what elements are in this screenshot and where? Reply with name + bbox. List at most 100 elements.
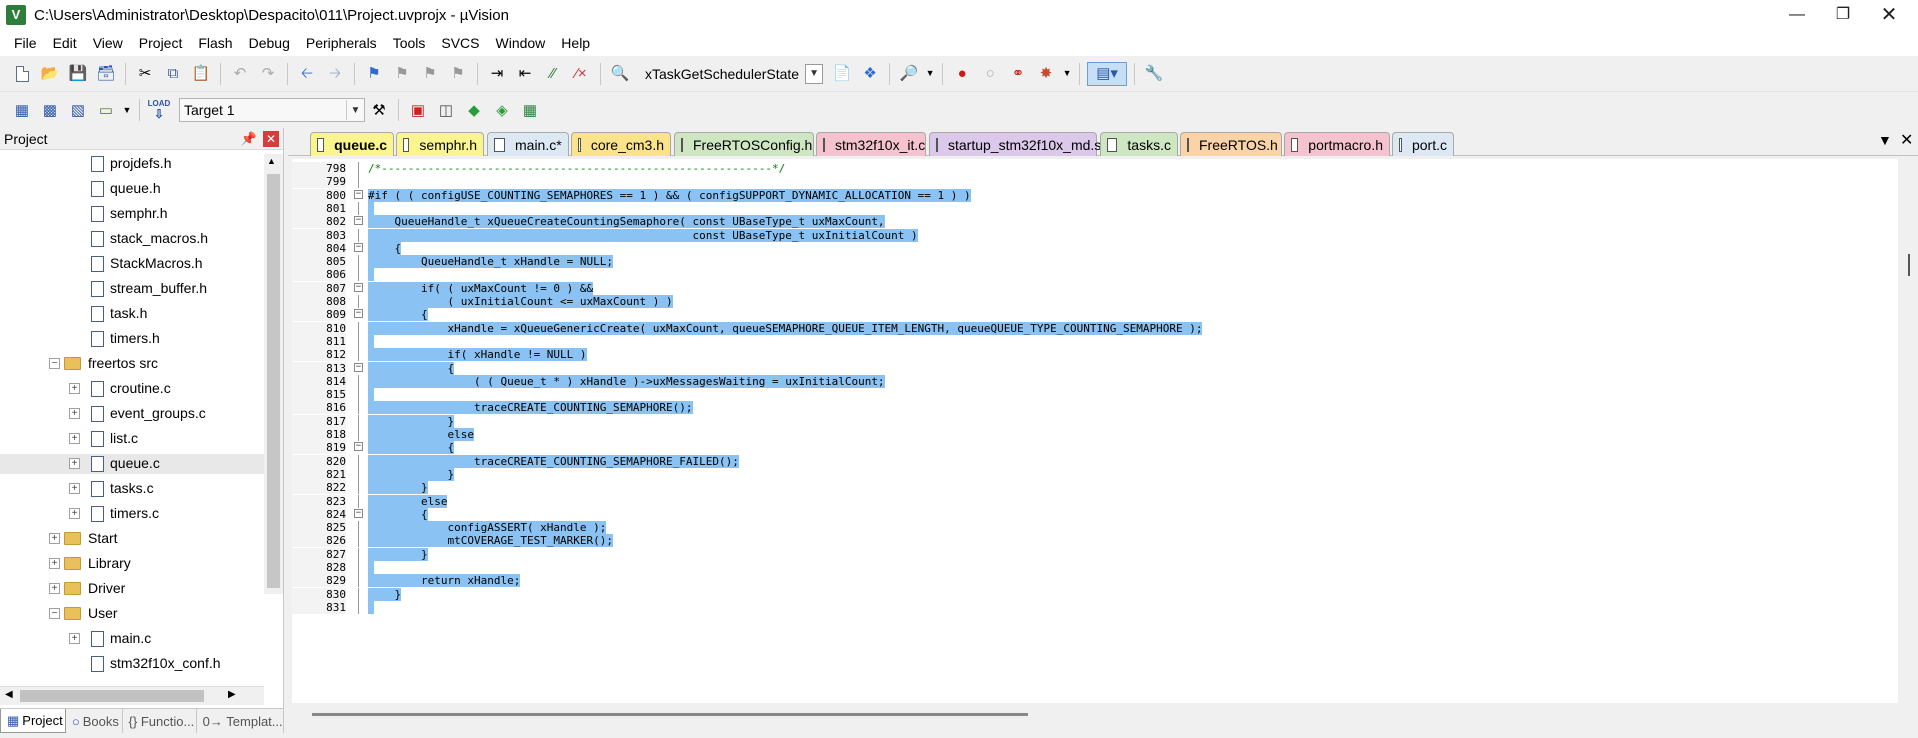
code-line[interactable]: 807− if( ( uxMaxCount != 0 ) && bbox=[292, 281, 1898, 295]
configure-wrench-icon[interactable]: 🔧 bbox=[1142, 62, 1166, 86]
find-replace-icon[interactable]: ❖ bbox=[858, 62, 882, 86]
code-line[interactable]: 805 QueueHandle_t xHandle = NULL; bbox=[292, 255, 1898, 269]
editor-tab[interactable]: FreeRTOSConfig.h bbox=[674, 132, 814, 156]
code-line[interactable]: 815 bbox=[292, 388, 1898, 402]
close-window-button[interactable]: ✕ bbox=[1866, 0, 1912, 30]
menu-project[interactable]: Project bbox=[131, 31, 191, 55]
code-line[interactable]: 828 bbox=[292, 561, 1898, 574]
code-line[interactable]: 799 bbox=[292, 175, 1898, 189]
navigate-back-icon[interactable]: 🡠 bbox=[295, 62, 319, 86]
menu-tools[interactable]: Tools bbox=[385, 31, 434, 55]
translate-icon[interactable]: ▦ bbox=[10, 98, 34, 122]
target-select[interactable]: Target 1 ▼ bbox=[179, 98, 365, 122]
fold-collapse-icon[interactable]: − bbox=[354, 282, 363, 292]
collapse-icon[interactable]: − bbox=[49, 358, 60, 369]
manage-run-time-environment-icon[interactable]: ◆ bbox=[462, 98, 486, 122]
editor-tab[interactable]: main.c* bbox=[487, 132, 569, 156]
scrollbar-thumb[interactable] bbox=[267, 174, 280, 588]
options-for-target-icon[interactable]: ⚒ bbox=[367, 98, 391, 122]
scrollbar-thumb[interactable] bbox=[312, 713, 1028, 716]
code-line[interactable]: 802− QueueHandle_t xQueueCreateCountingS… bbox=[292, 215, 1898, 229]
editor-tab[interactable]: core_cm3.h bbox=[571, 132, 671, 156]
incremental-find-icon[interactable]: 📄 bbox=[830, 62, 854, 86]
scroll-up-arrow-icon[interactable]: ▲ bbox=[267, 156, 276, 166]
tab-functions[interactable]: {} Functio... bbox=[123, 709, 197, 733]
editor-vscrollbar[interactable] bbox=[1900, 159, 1918, 703]
editor-tab[interactable]: stm32f10x_it.c bbox=[816, 132, 926, 156]
fold-collapse-icon[interactable]: − bbox=[354, 442, 363, 452]
editor-tab[interactable]: queue.c bbox=[310, 132, 394, 156]
expand-icon[interactable]: + bbox=[69, 633, 80, 644]
fold-collapse-icon[interactable]: − bbox=[354, 216, 363, 226]
bookmark-toggle-icon[interactable]: ⚑ bbox=[362, 62, 386, 86]
expand-icon[interactable]: + bbox=[49, 533, 60, 544]
code-line[interactable]: 803 const UBaseType_t uxInitialCount ) bbox=[292, 228, 1898, 242]
chevron-down-icon[interactable]: ▼ bbox=[122, 98, 132, 122]
code-line[interactable]: 831 bbox=[292, 600, 1898, 614]
find-in-files-icon[interactable]: 🔍 bbox=[608, 62, 632, 86]
code-line[interactable]: 829 return xHandle; bbox=[292, 574, 1898, 588]
editor-tab[interactable]: port.c bbox=[1392, 132, 1454, 156]
paste-icon[interactable]: 📋 bbox=[189, 62, 213, 86]
chevron-down-icon[interactable]: ▼ bbox=[925, 62, 935, 86]
collapse-icon[interactable]: − bbox=[49, 608, 60, 619]
redo-icon[interactable]: ↷ bbox=[256, 62, 280, 86]
menu-edit[interactable]: Edit bbox=[45, 31, 85, 55]
code-line[interactable]: 814 ( ( Queue_t * ) xHandle )->uxMessage… bbox=[292, 374, 1898, 388]
code-line[interactable]: 811 bbox=[292, 334, 1898, 348]
code-line[interactable]: 825 configASSERT( xHandle ); bbox=[292, 521, 1898, 535]
breakpoint-insert-icon[interactable]: ● bbox=[950, 62, 974, 86]
expand-icon[interactable]: + bbox=[69, 458, 80, 469]
code-line[interactable]: 823 else bbox=[292, 494, 1898, 508]
menu-view[interactable]: View bbox=[85, 31, 131, 55]
rebuild-icon[interactable]: ▧ bbox=[66, 98, 90, 122]
code-line[interactable]: 810 xHandle = xQueueGenericCreate( uxMax… bbox=[292, 321, 1898, 335]
breakpoint-kill-all-icon[interactable]: ✸ bbox=[1034, 62, 1058, 86]
fold-collapse-icon[interactable]: − bbox=[354, 362, 363, 372]
open-folder-icon[interactable]: 📂 bbox=[38, 62, 62, 86]
code-line[interactable]: 827 } bbox=[292, 547, 1898, 561]
code-line[interactable]: 812 if( xHandle != NULL ) bbox=[292, 348, 1898, 362]
code-line[interactable]: 826 mtCOVERAGE_TEST_MARKER(); bbox=[292, 534, 1898, 548]
code-line[interactable]: 813− { bbox=[292, 361, 1898, 375]
code-line[interactable]: 798 /*-----------------------------------… bbox=[292, 162, 1898, 175]
breakpoint-disable-all-icon[interactable]: ⚭ bbox=[1006, 62, 1030, 86]
editor-tab[interactable]: startup_stm32f10x_md.s bbox=[929, 132, 1101, 156]
fold-collapse-icon[interactable]: − bbox=[354, 508, 363, 518]
code-line[interactable]: 808 ( uxInitialCount <= uxMaxCount ) ) bbox=[292, 295, 1898, 308]
menu-svcs[interactable]: SVCS bbox=[433, 31, 487, 55]
bookmark-prev-icon[interactable]: ⚑ bbox=[390, 62, 414, 86]
fold-collapse-icon[interactable]: − bbox=[354, 189, 363, 199]
code-line[interactable]: 824− { bbox=[292, 507, 1898, 521]
menu-file[interactable]: File bbox=[6, 31, 45, 55]
code-line[interactable]: 816 traceCREATE_COUNTING_SEMAPHORE(); bbox=[292, 401, 1898, 415]
window-layout-icon[interactable]: ▤▾ bbox=[1087, 61, 1128, 86]
undo-icon[interactable]: ↶ bbox=[228, 62, 252, 86]
expand-icon[interactable]: + bbox=[69, 483, 80, 494]
close-panel-icon[interactable]: ✕ bbox=[263, 130, 279, 147]
editor-hscrollbar[interactable] bbox=[292, 705, 1898, 723]
fold-collapse-icon[interactable]: − bbox=[354, 242, 363, 252]
pack-installer-icon[interactable]: ◈ bbox=[490, 98, 514, 122]
code-line[interactable]: 822 } bbox=[292, 481, 1898, 495]
code-line[interactable]: 809− { bbox=[292, 308, 1898, 322]
code-line[interactable]: 800− #if ( ( configUSE_COUNTING_SEMAPHORE… bbox=[292, 188, 1898, 202]
chevron-down-icon[interactable]: ▼ bbox=[1062, 62, 1072, 86]
code-line[interactable]: 817 } bbox=[292, 414, 1898, 428]
tab-project[interactable]: ▦ Project bbox=[0, 709, 66, 733]
expand-icon[interactable]: + bbox=[69, 508, 80, 519]
editor-tab[interactable]: portmacro.h bbox=[1284, 132, 1390, 156]
scrollbar-thumb[interactable] bbox=[20, 690, 204, 702]
tab-list-dropdown-icon[interactable]: ▼ bbox=[1878, 132, 1892, 148]
expand-icon[interactable]: + bbox=[49, 583, 60, 594]
save-all-icon[interactable]: 🗃 bbox=[94, 62, 118, 86]
code-line[interactable]: 821 } bbox=[292, 467, 1898, 481]
debug-session-icon[interactable]: 🔎 bbox=[897, 62, 921, 86]
navigate-forward-icon[interactable]: 🡢 bbox=[323, 62, 347, 86]
scrollbar-thumb[interactable] bbox=[1908, 254, 1910, 276]
comment-icon[interactable]: ⁄⁄ bbox=[541, 62, 565, 86]
bookmark-clear-icon[interactable]: ⚑ bbox=[446, 62, 470, 86]
close-tab-icon[interactable]: ✕ bbox=[1900, 130, 1913, 150]
scroll-right-arrow-icon[interactable]: ▶ bbox=[228, 689, 236, 700]
expand-icon[interactable]: + bbox=[69, 408, 80, 419]
